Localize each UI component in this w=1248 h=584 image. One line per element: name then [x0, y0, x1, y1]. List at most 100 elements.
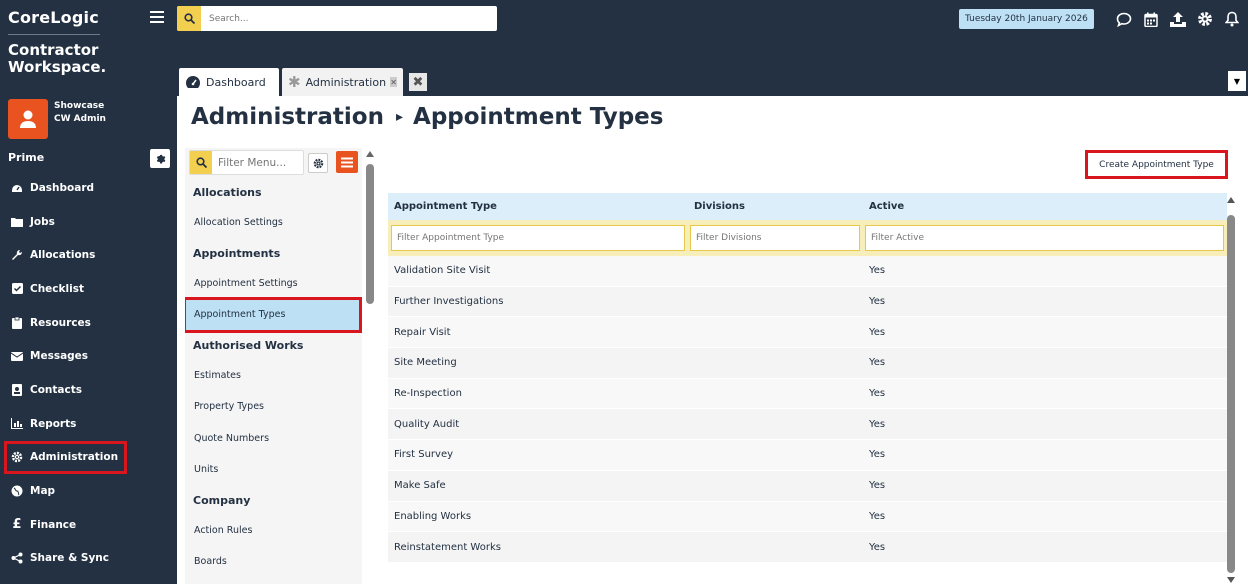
table-row[interactable]: Validation Site Visit Yes [388, 256, 1227, 287]
tab-label: Dashboard [206, 75, 266, 89]
cell-appointment-type: Make Safe [394, 480, 446, 492]
upload-icon[interactable] [1169, 10, 1187, 28]
sidebar-item-jobs[interactable]: Jobs [0, 205, 177, 239]
hamburger-menu-icon[interactable] [150, 10, 166, 24]
calendar-icon[interactable] [1142, 10, 1160, 28]
sidebar-item-label: Resources [30, 316, 91, 329]
clipboard-icon [10, 316, 24, 330]
cell-active: Yes [869, 388, 886, 400]
filter-appointment-type-input[interactable] [391, 225, 685, 251]
menu-filter-input[interactable] [218, 156, 298, 169]
global-search [177, 6, 497, 31]
cell-appointment-type: First Survey [394, 449, 454, 461]
menu-item-action-rules[interactable]: Action Rules [185, 515, 362, 547]
sidebar-item-label: Finance [30, 518, 77, 531]
column-header-divisions[interactable]: Divisions [688, 201, 863, 212]
filter-divisions-input[interactable] [690, 225, 860, 251]
create-appointment-type-button[interactable]: Create Appointment Type [1085, 150, 1228, 179]
prime-settings-button[interactable] [150, 149, 170, 168]
table-row[interactable]: Site Meeting Yes [388, 348, 1227, 379]
cell-active: Yes [869, 541, 886, 553]
current-date: Tuesday 20th January 2026 [959, 9, 1094, 29]
cell-active: Yes [869, 418, 886, 430]
sidebar-item-label: Reports [30, 417, 77, 430]
menu-item-units[interactable]: Units [185, 454, 362, 486]
table-row[interactable]: Enabling Works Yes [388, 501, 1227, 533]
envelope-icon [10, 349, 24, 363]
sidebar-item-map[interactable]: Map [0, 474, 177, 508]
search-input[interactable] [209, 13, 479, 24]
sidebar-item-allocations[interactable]: Allocations [0, 238, 177, 272]
table-row[interactable]: Make Safe Yes [388, 470, 1227, 502]
search-icon[interactable] [177, 6, 201, 31]
table-header: Appointment Type Divisions Active [388, 193, 1227, 220]
menu-heading-company: Company [193, 493, 251, 507]
menu-item-allocation-settings[interactable]: Allocation Settings [185, 207, 362, 239]
sidebar-item-label: Messages [30, 350, 89, 363]
cell-active: Yes [869, 265, 886, 277]
chat-icon[interactable] [1115, 10, 1133, 28]
menu-item-property-types[interactable]: Property Types [185, 391, 362, 423]
app-window: CoreLogic Contractor Workspace. Showcase… [0, 0, 1248, 584]
gear-icon [10, 450, 24, 464]
sidebar-item-share-sync[interactable]: Share & Sync [0, 542, 177, 576]
scroll-up-icon[interactable] [1227, 197, 1235, 204]
list-icon [341, 157, 353, 167]
table-scrollbar[interactable] [1226, 197, 1236, 584]
breadcrumb-parent[interactable]: Administration [191, 104, 384, 130]
sidebar-item-administration[interactable]: Administration [4, 440, 127, 475]
sidebar-item-checklist[interactable]: Checklist [0, 272, 177, 306]
menu-heading-appointments: Appointments [193, 246, 281, 260]
scroll-down-icon[interactable] [1227, 577, 1235, 584]
gear-icon[interactable] [1196, 10, 1214, 28]
sidebar-item-label: Share & Sync [30, 552, 109, 565]
speedometer-icon [185, 75, 201, 89]
pound-icon: £ [12, 517, 22, 533]
wrench-icon [10, 248, 24, 262]
menu-item-boards[interactable]: Boards [185, 546, 362, 578]
search-icon[interactable] [190, 151, 212, 174]
table-row[interactable]: Quality Audit Yes [388, 409, 1227, 441]
menu-item-quote-numbers[interactable]: Quote Numbers [185, 423, 362, 455]
filter-active-input[interactable] [865, 225, 1224, 251]
sidebar-item-resources[interactable]: Resources [0, 306, 177, 340]
column-header-appointment-type[interactable]: Appointment Type [388, 201, 688, 212]
sidebar-item-messages[interactable]: Messages [0, 339, 177, 373]
menu-item-estimates[interactable]: Estimates [185, 360, 362, 392]
close-all-tabs-button[interactable]: ✖ [409, 73, 427, 91]
folder-icon [10, 215, 24, 229]
admin-menu-list: Allocations Allocation Settings Appointm… [185, 178, 362, 578]
table-row[interactable]: Further Investigations Yes [388, 286, 1227, 318]
user-info[interactable]: Showcase CW Admin [54, 100, 106, 126]
product-name-line1: Contractor [8, 41, 99, 59]
tabs-dropdown-button[interactable]: ▼ [1228, 71, 1246, 91]
table-row[interactable]: Repair Visit Yes [388, 317, 1227, 349]
tab-administration[interactable]: ✱ Administration ✕ [282, 68, 403, 96]
cell-appointment-type: Site Meeting [394, 357, 457, 369]
sidebar-item-label: Dashboard [30, 181, 95, 194]
tab-label: Administration [305, 75, 387, 89]
sidebar-item-finance[interactable]: £ Finance [0, 508, 177, 542]
cell-appointment-type: Reinstatement Works [394, 541, 501, 553]
avatar[interactable] [8, 99, 48, 139]
table-row[interactable]: Reinstatement Works Yes [388, 532, 1227, 563]
table-row[interactable]: First Survey Yes [388, 440, 1227, 471]
sidebar-item-contacts[interactable]: Contacts [0, 373, 177, 407]
menu-settings-button[interactable] [308, 153, 328, 173]
scrollbar-thumb[interactable] [1227, 215, 1235, 573]
menu-item-appointment-types[interactable]: Appointment Types [185, 297, 362, 333]
table-row[interactable]: Re-Inspection Yes [388, 378, 1227, 410]
checkbox-icon [10, 282, 24, 296]
brand-logo[interactable]: CoreLogic [8, 8, 99, 27]
tab-dashboard[interactable]: Dashboard [179, 68, 279, 96]
sidebar-item-reports[interactable]: Reports [0, 407, 177, 441]
menu-scrollbar[interactable] [364, 150, 376, 310]
close-tab-icon[interactable]: ✕ [390, 77, 397, 87]
sidebar-item-dashboard[interactable]: Dashboard [0, 171, 177, 205]
menu-item-appointment-settings[interactable]: Appointment Settings [185, 268, 362, 300]
top-icon-group [1115, 10, 1241, 28]
bell-icon[interactable] [1223, 10, 1241, 28]
column-header-active[interactable]: Active [863, 201, 1227, 212]
menu-list-button[interactable] [336, 151, 358, 173]
table-body: Validation Site Visit Yes Further Investi… [388, 256, 1227, 563]
